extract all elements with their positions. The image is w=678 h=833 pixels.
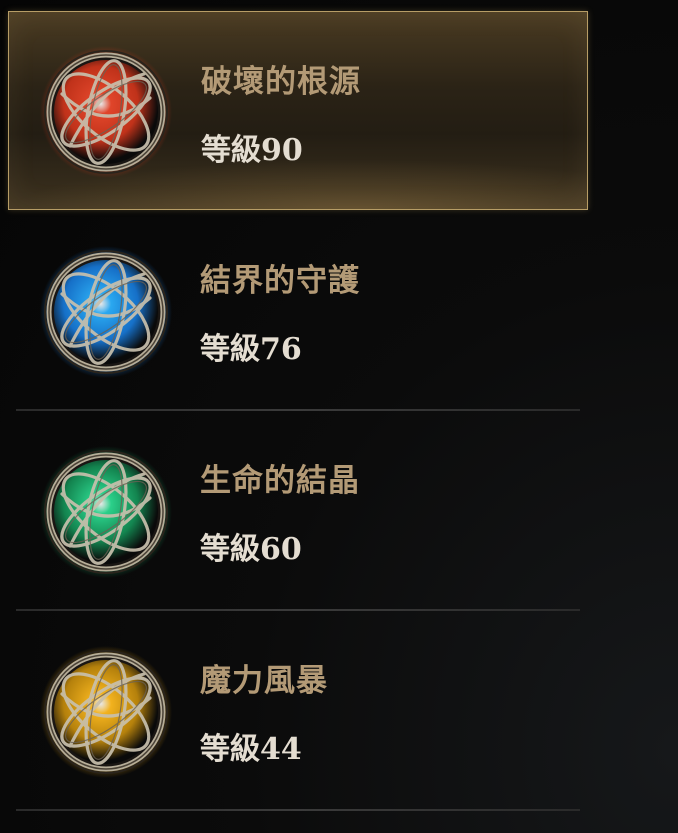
green-orb-icon <box>36 442 176 582</box>
gold-orb-icon <box>36 642 176 782</box>
skill-level: 等級76 <box>200 332 302 367</box>
red-orb-icon <box>36 42 176 182</box>
blue-orb-icon <box>36 242 176 382</box>
skill-name: 結界的守護 <box>200 263 360 299</box>
skill-item-mana-storm[interactable]: 魔力風暴 等級44 <box>8 611 588 811</box>
skill-name: 魔力風暴 <box>200 663 328 699</box>
skill-item-barrier-guard[interactable]: 結界的守護 等級76 <box>8 211 588 411</box>
skill-name: 破壞的根源 <box>201 64 361 100</box>
skill-level: 等級44 <box>200 732 302 767</box>
divider <box>16 809 580 811</box>
skill-name: 生命的結晶 <box>200 463 360 499</box>
skill-item-destruction-source[interactable]: 破壞的根源 等級90 <box>8 11 588 210</box>
skill-list: 破壞的根源 等級90 結界的守護 等級76 生命的結晶 等級60 魔力風暴 等級… <box>8 11 588 811</box>
skill-level: 等級90 <box>201 133 303 168</box>
skill-item-life-crystal[interactable]: 生命的結晶 等級60 <box>8 411 588 611</box>
skill-level: 等級60 <box>200 532 302 567</box>
skill-panel: 破壞的根源 等級90 結界的守護 等級76 生命的結晶 等級60 魔力風暴 等級… <box>0 0 678 833</box>
